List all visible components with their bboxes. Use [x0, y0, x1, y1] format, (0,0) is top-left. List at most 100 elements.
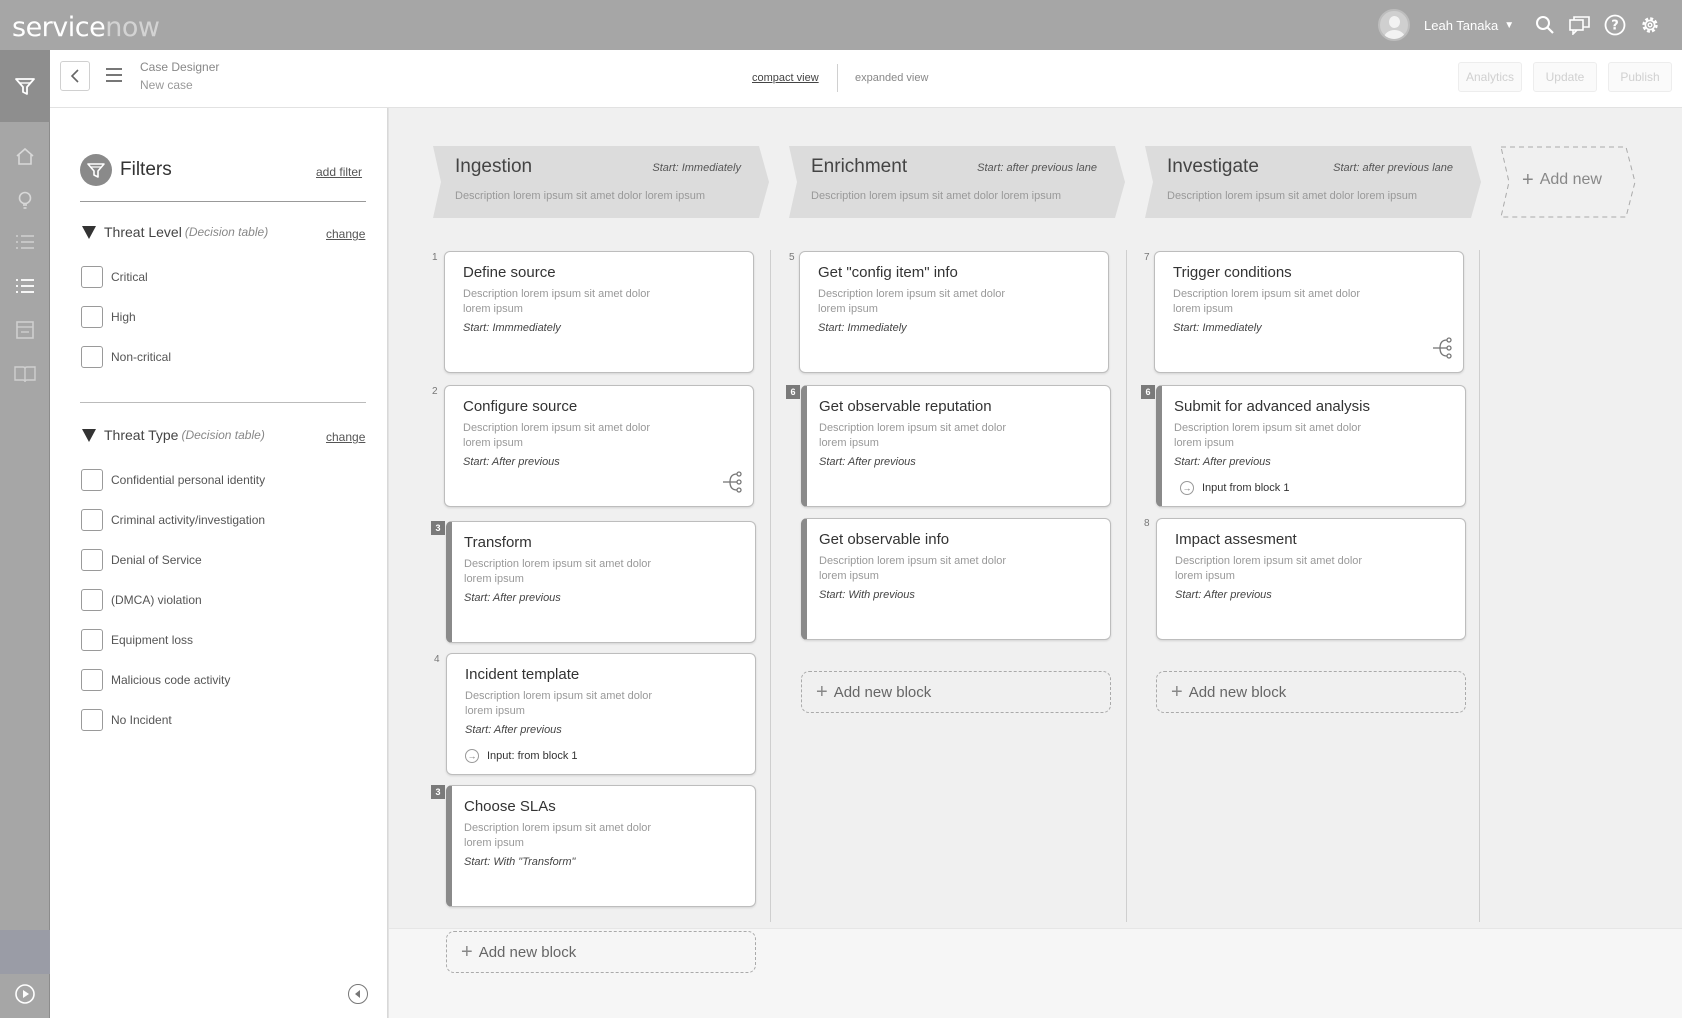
checkbox[interactable]: [81, 266, 103, 288]
block-number: 5: [789, 252, 795, 263]
checkbox[interactable]: [81, 669, 103, 691]
branch-icon[interactable]: [1431, 336, 1453, 360]
checkbox-option[interactable]: Non-critical: [81, 345, 171, 369]
checkbox-option[interactable]: Confidential personal identity: [81, 468, 265, 492]
checkbox-option[interactable]: (DMCA) violation: [81, 588, 202, 612]
nav-book-icon[interactable]: [0, 354, 50, 394]
lane-separator: [1126, 250, 1127, 922]
block-trigger-conditions[interactable]: Trigger conditions Description lorem ips…: [1154, 251, 1464, 373]
checkbox-option[interactable]: Malicious code activity: [81, 668, 230, 692]
checkbox-option[interactable]: Equipment loss: [81, 628, 193, 652]
checkbox[interactable]: [81, 589, 103, 611]
filters-panel: Filters add filter Threat Level (Decisio…: [50, 108, 388, 1018]
checkbox-option[interactable]: No Incident: [81, 708, 172, 732]
gear-icon[interactable]: [1639, 14, 1661, 36]
avatar: [1378, 9, 1410, 41]
block-configure-source[interactable]: Configure source Description lorem ipsum…: [444, 385, 754, 507]
chat-icon[interactable]: [1569, 14, 1591, 36]
collapse-triangle-icon: [82, 428, 96, 442]
plus-icon: +: [1522, 169, 1534, 191]
update-button[interactable]: Update: [1533, 62, 1597, 92]
add-new-block-button[interactable]: + Add new block: [446, 931, 756, 973]
input-arrow-icon: →: [1180, 481, 1194, 495]
expanded-view-link[interactable]: expanded view: [855, 72, 928, 84]
filter-group-threat-level[interactable]: Threat Level (Decision table): [82, 224, 268, 240]
block-get-config-item-info[interactable]: Get "config item" info Description lorem…: [799, 251, 1109, 373]
block-choose-slas[interactable]: Choose SLAs Description lorem ipsum sit …: [446, 785, 756, 907]
divider: [80, 402, 366, 403]
lane-separator: [1479, 250, 1480, 922]
block-input: → Input: from block 1: [465, 749, 578, 763]
checkbox[interactable]: [81, 346, 103, 368]
checkbox-option[interactable]: Criminal activity/investigation: [81, 508, 265, 532]
page-title: Case Designer: [140, 60, 220, 74]
lane-separator: [770, 250, 771, 922]
block-badge: 3: [431, 521, 445, 535]
change-threat-type-link[interactable]: change: [326, 430, 365, 444]
add-new-lane-button[interactable]: + Add new: [1500, 146, 1636, 218]
lane-header-enrichment[interactable]: Enrichment Start: after previous lane De…: [789, 146, 1125, 218]
top-bar: servicenow Leah Tanaka ▼ ?: [0, 0, 1682, 50]
analytics-button[interactable]: Analytics: [1458, 62, 1522, 92]
hamburger-icon[interactable]: [106, 68, 122, 82]
plus-icon: +: [816, 681, 828, 703]
back-button[interactable]: [60, 61, 90, 91]
checkbox[interactable]: [81, 509, 103, 531]
servicenow-logo[interactable]: servicenow: [12, 12, 160, 43]
block-impact-assesment[interactable]: Impact assesment Description lorem ipsum…: [1156, 518, 1466, 640]
search-icon[interactable]: [1534, 14, 1556, 36]
nav-bottom-band: [0, 930, 50, 974]
filters-title: Filters: [120, 159, 172, 180]
block-number: 8: [1144, 518, 1150, 529]
block-get-observable-reputation[interactable]: Get observable reputation Description lo…: [801, 385, 1111, 507]
branch-icon[interactable]: [721, 470, 743, 494]
checkbox[interactable]: [81, 709, 103, 731]
play-icon[interactable]: [0, 974, 50, 1014]
nav-list-icon[interactable]: [0, 222, 50, 262]
checkbox[interactable]: [81, 469, 103, 491]
checkbox[interactable]: [81, 549, 103, 571]
add-new-block-button[interactable]: + Add new block: [801, 671, 1111, 713]
divider: [80, 201, 366, 202]
publish-button[interactable]: Publish: [1608, 62, 1672, 92]
checkbox-option[interactable]: Denial of Service: [81, 548, 202, 572]
nav-lightbulb-icon[interactable]: [0, 180, 50, 220]
block-incident-template[interactable]: Incident template Description lorem ipsu…: [446, 653, 756, 775]
filter-icon: [80, 154, 112, 186]
block-get-observable-info[interactable]: Get observable info Description lorem ip…: [801, 518, 1111, 640]
compact-view-link[interactable]: compact view: [752, 72, 819, 84]
help-icon[interactable]: ?: [1604, 14, 1626, 36]
view-divider: [837, 64, 838, 92]
case-header: Case Designer New case compact view expa…: [50, 50, 1682, 108]
filter-group-threat-type[interactable]: Threat Type (Decision table): [82, 427, 265, 443]
checkbox[interactable]: [81, 306, 103, 328]
nav-filter-icon[interactable]: [0, 66, 50, 106]
checkbox[interactable]: [81, 629, 103, 651]
chevron-left-icon: [70, 69, 79, 83]
svg-text:?: ?: [1611, 19, 1619, 34]
block-number: 2: [432, 386, 438, 397]
collapse-triangle-icon: [82, 225, 96, 239]
add-filter-link[interactable]: add filter: [316, 165, 362, 179]
add-new-block-button[interactable]: + Add new block: [1156, 671, 1466, 713]
left-nav: [0, 50, 50, 1018]
checkbox-option[interactable]: Critical: [81, 265, 148, 289]
collapse-panel-button[interactable]: [348, 984, 368, 1004]
block-number: 4: [434, 654, 440, 665]
lane-header-ingestion[interactable]: Ingestion Start: Immediately Description…: [433, 146, 769, 218]
block-submit-for-advanced-analysis[interactable]: Submit for advanced analysis Description…: [1156, 385, 1466, 507]
block-transform[interactable]: Transform Description lorem ipsum sit am…: [446, 521, 756, 643]
lane-header-investigate[interactable]: Investigate Start: after previous lane D…: [1145, 146, 1481, 218]
nav-archive-icon[interactable]: [0, 310, 50, 350]
nav-bullets-icon[interactable]: [0, 266, 50, 306]
input-arrow-icon: →: [465, 749, 479, 763]
block-number: 7: [1144, 252, 1150, 263]
block-define-source[interactable]: Define source Description lorem ipsum si…: [444, 251, 754, 373]
change-threat-level-link[interactable]: change: [326, 227, 365, 241]
block-input: → Input from block 1: [1180, 481, 1289, 495]
nav-home-icon[interactable]: [0, 136, 50, 176]
user-menu[interactable]: Leah Tanaka ▼: [1378, 9, 1514, 41]
block-number: 1: [432, 252, 438, 263]
checkbox-option[interactable]: High: [81, 305, 136, 329]
plus-icon: +: [461, 941, 473, 963]
